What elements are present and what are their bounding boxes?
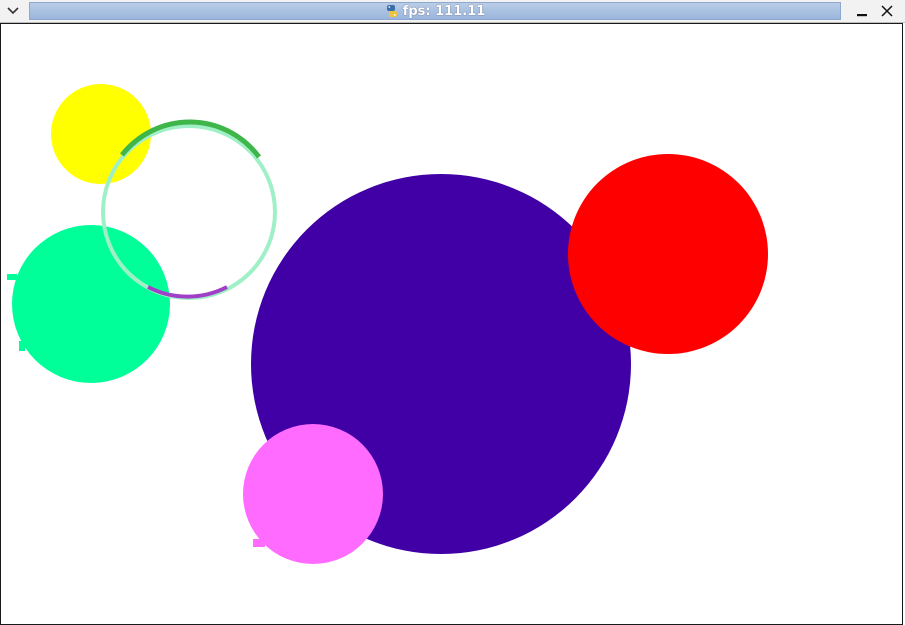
title-bar[interactable]: fps: 111.11 [0,0,905,23]
yellow-ball [51,84,151,184]
green-ball-notch [7,274,17,280]
title-group: fps: 111.11 [385,3,486,19]
window-menu-button[interactable] [4,2,22,20]
python-logo-icon [386,5,397,17]
game-canvas[interactable] [0,23,903,625]
scene [7,84,768,564]
game-window: fps: 111.11 [0,0,905,625]
chevron-down-icon [7,7,19,15]
close-icon [881,5,893,17]
minimize-icon [857,14,867,17]
pink-ball-notch [253,539,265,547]
ring-outline [101,124,277,300]
close-button[interactable] [878,2,896,20]
minimize-button[interactable] [853,2,871,20]
green-ball-notch [19,341,25,351]
window-title: fps: 111.11 [402,3,486,19]
title-strip[interactable]: fps: 111.11 [29,2,841,20]
green-ball [12,225,170,383]
red-ball [568,154,768,354]
